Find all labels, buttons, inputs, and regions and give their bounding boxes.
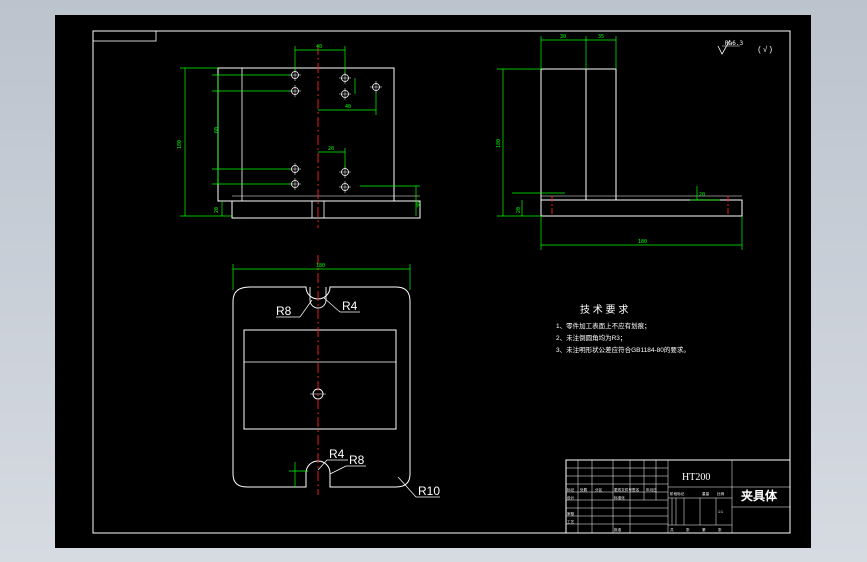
tech-requirements-title: 技 术 要 求 [580,303,628,316]
tb-role-design: 设计 [567,495,575,500]
dim-side-left-small: 20 [516,207,522,213]
dim-plan-width: 180 [316,263,325,269]
cad-window: 40 180 60 40 20 20 30 30 35 180 180 20 2… [0,0,867,562]
tb-row-label-4: 更改文件号 [614,487,632,492]
radius-bottom-left: R4 [329,447,345,461]
dim-hole-offset-upper: 40 [345,104,351,110]
dim-side-right-small: 20 [699,192,705,198]
dim-side-top-a: 30 [560,34,566,40]
dim-top-width: 40 [316,44,322,50]
tb-sheet-total: 共 [670,527,674,532]
tb-row-label-2: 处数 [580,487,588,492]
tb-sheet-unit-2: 张 [718,527,722,532]
radius-top-left: R8 [276,304,292,318]
tech-item-1: 1、零件加工表面上不应有划痕； [556,321,651,330]
dim-base-height: 20 [214,207,220,213]
tb-sheet-unit-1: 张 [686,527,690,532]
dim-left-height: 180 [177,140,183,149]
tech-item-2: 2、未注倒圆角均为R3； [556,333,626,342]
dim-side-height: 180 [496,139,502,148]
material-label: HT200 [682,472,710,483]
dim-hole-offset-lower: 20 [328,146,334,152]
tech-item-3: 3、未注明形状公差应符合GB1184-80的要求。 [556,345,690,354]
tb-row-label-3: 分区 [595,487,603,492]
tb-row-label-6: 年月日 [646,487,657,492]
tb-scale-value: 1:1 [718,510,723,514]
tb-row-label-1: 标记 [567,487,575,492]
tb-row-label-5: 签名 [632,487,640,492]
drawing-canvas: 40 180 60 40 20 20 30 30 35 180 180 20 2… [55,15,811,548]
tb-role-process: 工艺 [567,519,575,524]
roughness-check: ( √ ) [758,45,773,54]
tb-role-review: 审核 [567,511,575,516]
dim-side-base-len: 180 [638,239,647,245]
radius-corner: R10 [418,484,440,498]
radius-top-right: R4 [342,299,358,313]
tb-stage-weight: 重量 [702,491,710,496]
dim-right-offset: 30 [416,202,422,208]
radius-bottom-right: R8 [349,453,365,467]
tb-sub-standard: 标准化 [614,495,625,500]
dim-side-top-b: 35 [598,34,604,40]
tb-stage-scale: 比例 [717,491,725,496]
dim-mid-height: 60 [214,127,220,133]
roughness-symbol: Ra6.3 [725,40,743,47]
tb-stage-mark: 阶段标记 [670,491,685,496]
tb-sub-approve: 批准 [614,527,622,532]
part-name: 夹具体 [741,488,778,503]
model-space [55,15,811,548]
tb-sheet-current: 第 [702,527,706,532]
